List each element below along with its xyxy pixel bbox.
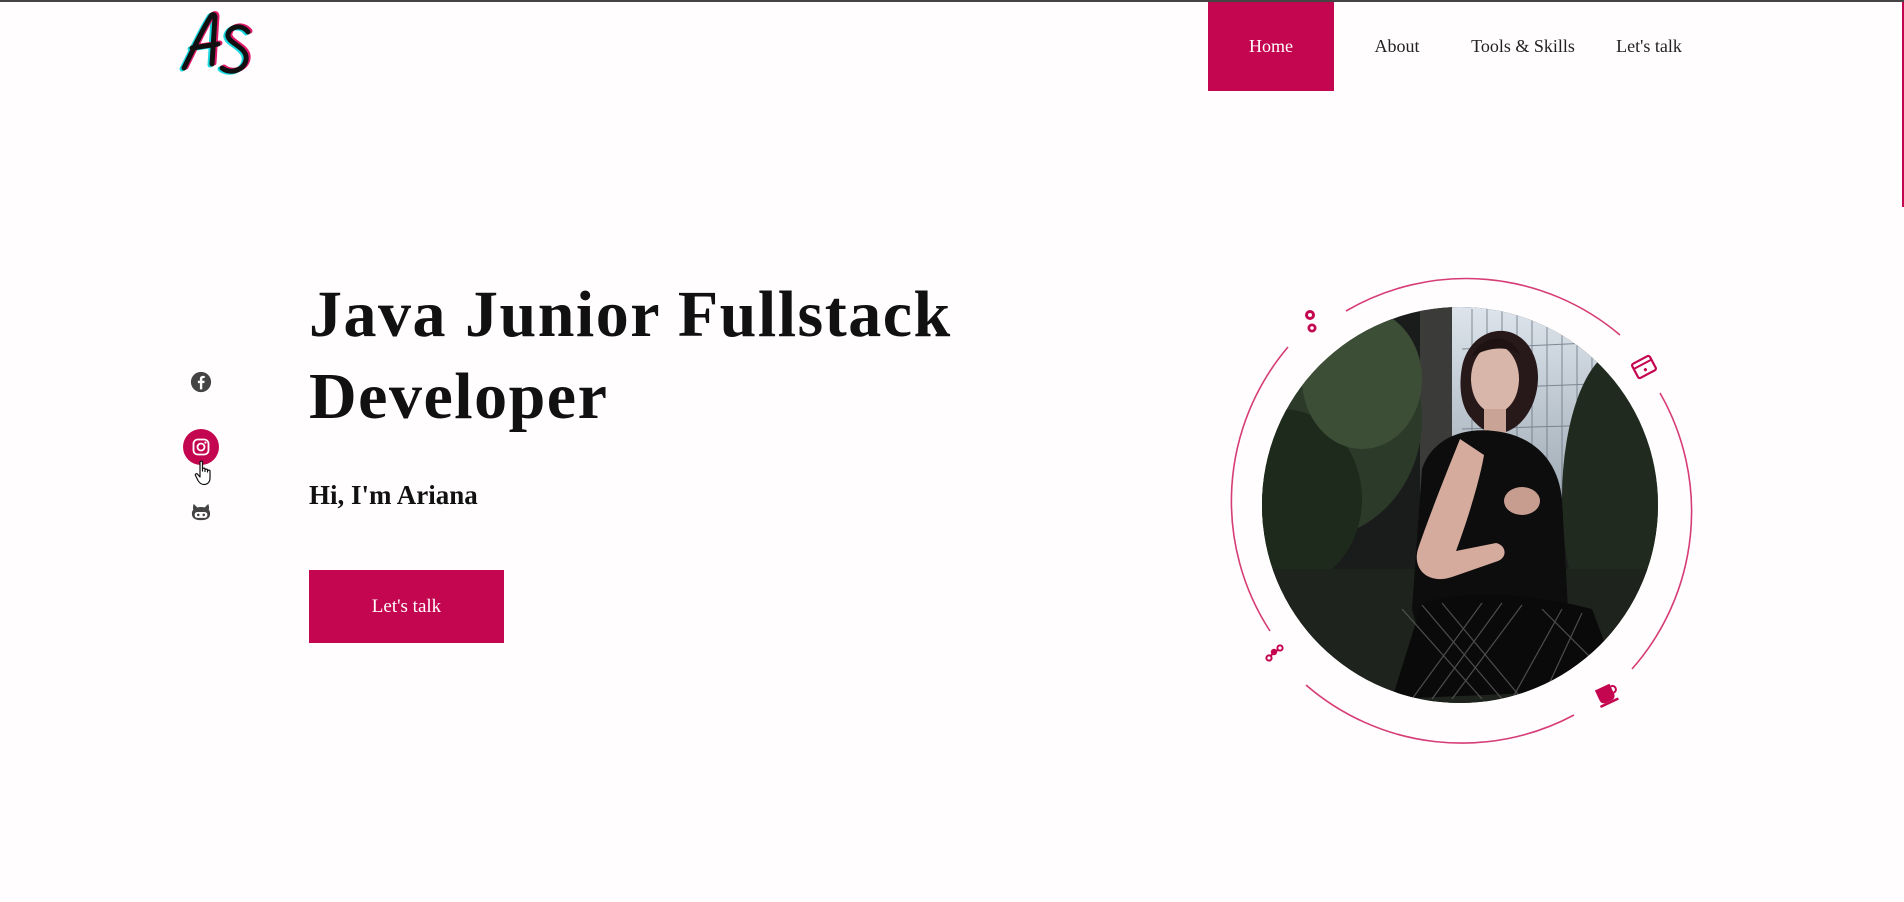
facebook-icon bbox=[190, 371, 212, 393]
gear-icon bbox=[1305, 310, 1317, 333]
main-nav: Home About Tools & Skills Let's talk bbox=[1208, 2, 1712, 91]
git-branch-icon bbox=[1265, 644, 1284, 662]
nav-home[interactable]: Home bbox=[1208, 2, 1334, 91]
profile-photo bbox=[1262, 307, 1658, 703]
page: Home About Tools & Skills Let's talk Jav… bbox=[0, 0, 1904, 902]
nav-lets-talk[interactable]: Let's talk bbox=[1586, 2, 1712, 91]
portrait-graphic bbox=[1230, 277, 1693, 744]
lets-talk-button[interactable]: Let's talk bbox=[309, 570, 504, 643]
facebook-link[interactable] bbox=[183, 364, 219, 400]
github-link[interactable] bbox=[183, 494, 219, 530]
github-icon bbox=[191, 503, 211, 521]
nav-tools-skills[interactable]: Tools & Skills bbox=[1460, 2, 1586, 91]
logo[interactable] bbox=[178, 6, 258, 82]
hand-cursor-icon bbox=[194, 460, 211, 486]
coffee-cup-icon bbox=[1594, 683, 1619, 708]
hero-title: Java Junior Fullstack Developer bbox=[309, 278, 952, 433]
portrait-section bbox=[1222, 269, 1698, 745]
hero-greeting: Hi, I'm Ariana bbox=[309, 480, 478, 510]
nav-about[interactable]: About bbox=[1334, 2, 1460, 91]
code-window-icon bbox=[1631, 354, 1657, 380]
instagram-icon bbox=[192, 438, 210, 456]
